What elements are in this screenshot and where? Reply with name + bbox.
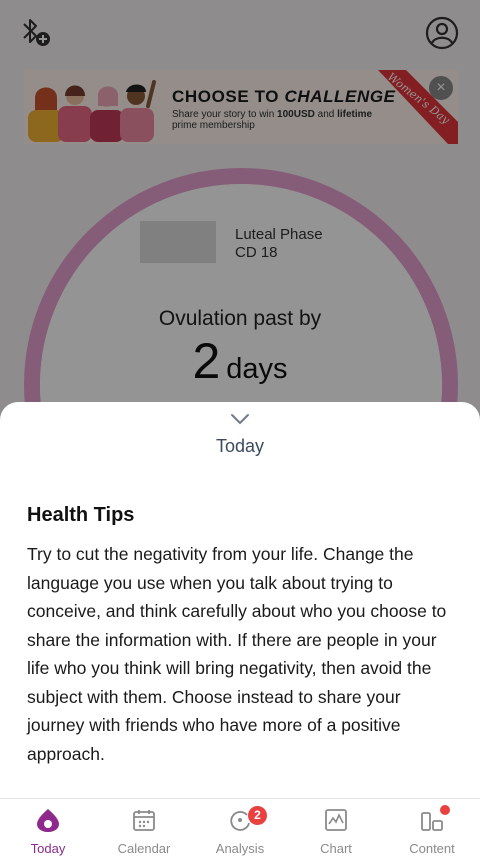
chart-icon <box>325 809 347 831</box>
nav-item-analysis[interactable]: 2 Analysis <box>192 799 288 857</box>
nav-label-analysis: Analysis <box>215 841 265 856</box>
nav-item-content[interactable]: Content <box>384 799 480 857</box>
nav-label-today: Today <box>30 841 66 856</box>
sheet-title: Today <box>215 436 265 456</box>
nav-label-content: Content <box>409 841 455 856</box>
calendar-icon <box>133 810 155 831</box>
bottom-navigation: Today Calendar 2 Analysis Chart Content <box>0 798 480 857</box>
chevron-down-icon[interactable] <box>229 412 251 426</box>
nav-item-chart[interactable]: Chart <box>288 799 384 857</box>
health-tips-body: Try to cut the negativity from your life… <box>27 544 447 764</box>
nav-item-today[interactable]: Today <box>0 799 96 857</box>
health-tips-heading: Health Tips <box>27 504 135 526</box>
nav-item-calendar[interactable]: Calendar <box>96 799 192 857</box>
analysis-badge: 2 <box>248 806 267 825</box>
nav-label-calendar: Calendar <box>117 841 171 856</box>
today-bottom-sheet: Today Health Tips Try to cut the negativ… <box>0 402 480 800</box>
content-notification-dot <box>440 805 450 815</box>
nav-label-chart: Chart <box>320 841 352 856</box>
today-drop-icon <box>37 809 59 832</box>
